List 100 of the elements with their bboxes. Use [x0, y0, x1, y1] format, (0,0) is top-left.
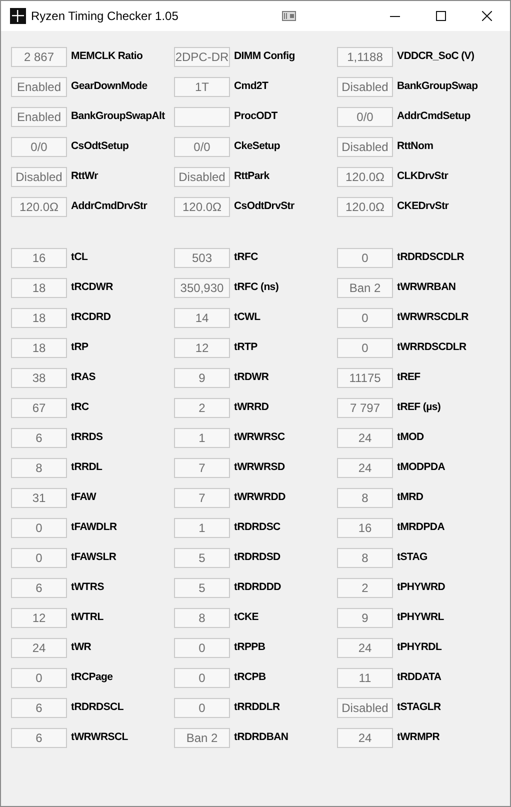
- value-field[interactable]: 5: [174, 578, 230, 598]
- value-field[interactable]: 0: [11, 668, 67, 688]
- value-field[interactable]: 18: [11, 338, 67, 358]
- value-field[interactable]: 16: [11, 248, 67, 268]
- value-field[interactable]: 24: [337, 428, 393, 448]
- value-field[interactable]: 1T: [174, 77, 230, 97]
- value-field[interactable]: 11: [337, 668, 393, 688]
- value-field[interactable]: 12: [11, 608, 67, 628]
- value-field[interactable]: 8: [337, 548, 393, 568]
- value-field[interactable]: 0: [337, 248, 393, 268]
- value-field[interactable]: 8: [11, 458, 67, 478]
- value-field[interactable]: 120.0Ω: [174, 197, 230, 217]
- value-field[interactable]: 0: [174, 698, 230, 718]
- field-label: tWR: [71, 640, 92, 656]
- value-field[interactable]: 6: [11, 698, 67, 718]
- field-label: tRPPB: [234, 640, 266, 656]
- value-field[interactable]: 120.0Ω: [11, 197, 67, 217]
- value-field[interactable]: 2 867: [11, 47, 67, 67]
- value-field[interactable]: 0: [337, 308, 393, 328]
- field-label: tWTRS: [71, 580, 104, 596]
- value-field[interactable]: 18: [11, 278, 67, 298]
- field-label: tRCDRD: [71, 310, 111, 326]
- field-label: tRDWR: [234, 370, 269, 386]
- value-field[interactable]: 503: [174, 248, 230, 268]
- field-label: tREF (µs): [397, 400, 441, 416]
- value-field[interactable]: 1: [174, 518, 230, 538]
- value-field[interactable]: 9: [174, 368, 230, 388]
- value-field[interactable]: 2DPC-DR: [174, 47, 230, 67]
- value-field[interactable]: 120.0Ω: [337, 167, 393, 187]
- field-label: tRFC: [234, 250, 258, 266]
- field-label: GearDownMode: [71, 79, 148, 94]
- value-field[interactable]: 8: [337, 488, 393, 508]
- field-label: tPHYWRD: [397, 580, 446, 596]
- value-field[interactable]: Ban 2: [337, 278, 393, 298]
- value-field[interactable]: Disabled: [11, 167, 67, 187]
- value-field[interactable]: 7: [174, 488, 230, 508]
- field-label: tRP: [71, 340, 88, 356]
- value-field[interactable]: 0: [11, 548, 67, 568]
- value-field[interactable]: [174, 107, 230, 127]
- value-field[interactable]: Ban 2: [174, 728, 230, 748]
- value-field[interactable]: Disabled: [337, 698, 393, 718]
- field-label: AddrCmdSetup: [397, 109, 470, 124]
- value-field[interactable]: 18: [11, 308, 67, 328]
- value-field[interactable]: Enabled: [11, 107, 67, 127]
- value-field[interactable]: 38: [11, 368, 67, 388]
- value-field[interactable]: 6: [11, 428, 67, 448]
- field-label: tRC: [71, 400, 89, 416]
- field-label: RttWr: [71, 169, 98, 184]
- value-field[interactable]: Enabled: [11, 77, 67, 97]
- value-field[interactable]: 0: [337, 338, 393, 358]
- value-field[interactable]: 5: [174, 548, 230, 568]
- field-label: tPHYRDL: [397, 640, 442, 656]
- field-label: tPHYWRL: [397, 610, 444, 626]
- value-field[interactable]: 7: [174, 458, 230, 478]
- field-label: RttPark: [234, 169, 270, 184]
- value-field[interactable]: 2: [174, 398, 230, 418]
- value-field[interactable]: 6: [11, 578, 67, 598]
- value-field[interactable]: 16: [337, 518, 393, 538]
- value-field[interactable]: 12: [174, 338, 230, 358]
- field-label: tWRRDSCDLR: [397, 340, 466, 356]
- field-label: tCL: [71, 250, 88, 266]
- value-field[interactable]: 0: [174, 638, 230, 658]
- value-field[interactable]: 120.0Ω: [337, 197, 393, 217]
- field-label: tRRDL: [71, 460, 102, 476]
- field-label: BankGroupSwapAlt: [71, 109, 165, 124]
- value-field[interactable]: 1: [174, 428, 230, 448]
- value-field[interactable]: 0/0: [11, 137, 67, 157]
- value-field[interactable]: 8: [174, 608, 230, 628]
- field-label: VDDCR_SoC (V): [397, 49, 474, 64]
- value-field[interactable]: 31: [11, 488, 67, 508]
- value-field[interactable]: 350,930: [174, 278, 230, 298]
- screen-icon[interactable]: [282, 11, 296, 21]
- field-label: tRDRDSCDLR: [397, 250, 464, 266]
- value-field[interactable]: 0: [11, 518, 67, 538]
- value-field[interactable]: 0/0: [174, 137, 230, 157]
- field-label: tRDRDSD: [234, 550, 280, 566]
- value-field[interactable]: 24: [337, 638, 393, 658]
- value-field[interactable]: Disabled: [174, 167, 230, 187]
- field-label: BankGroupSwap: [397, 79, 478, 94]
- value-field[interactable]: 7 797: [337, 398, 393, 418]
- field-label: tRFC (ns): [234, 280, 279, 296]
- value-field[interactable]: 9: [337, 608, 393, 628]
- value-field[interactable]: 24: [337, 728, 393, 748]
- value-field[interactable]: Disabled: [337, 137, 393, 157]
- field-label: tWRMPR: [397, 730, 440, 746]
- value-field[interactable]: 24: [11, 638, 67, 658]
- value-field[interactable]: Disabled: [337, 77, 393, 97]
- value-field[interactable]: 11175: [337, 368, 393, 388]
- field-label: tRDRDSC: [234, 520, 280, 536]
- field-label: CsOdtSetup: [71, 139, 129, 154]
- value-field[interactable]: 14: [174, 308, 230, 328]
- value-field[interactable]: 24: [337, 458, 393, 478]
- value-field[interactable]: 6: [11, 728, 67, 748]
- maximize-icon: [436, 11, 446, 21]
- field-label: tRAS: [71, 370, 96, 386]
- value-field[interactable]: 0: [174, 668, 230, 688]
- value-field[interactable]: 0/0: [337, 107, 393, 127]
- value-field[interactable]: 67: [11, 398, 67, 418]
- value-field[interactable]: 1,1188: [337, 47, 393, 67]
- value-field[interactable]: 2: [337, 578, 393, 598]
